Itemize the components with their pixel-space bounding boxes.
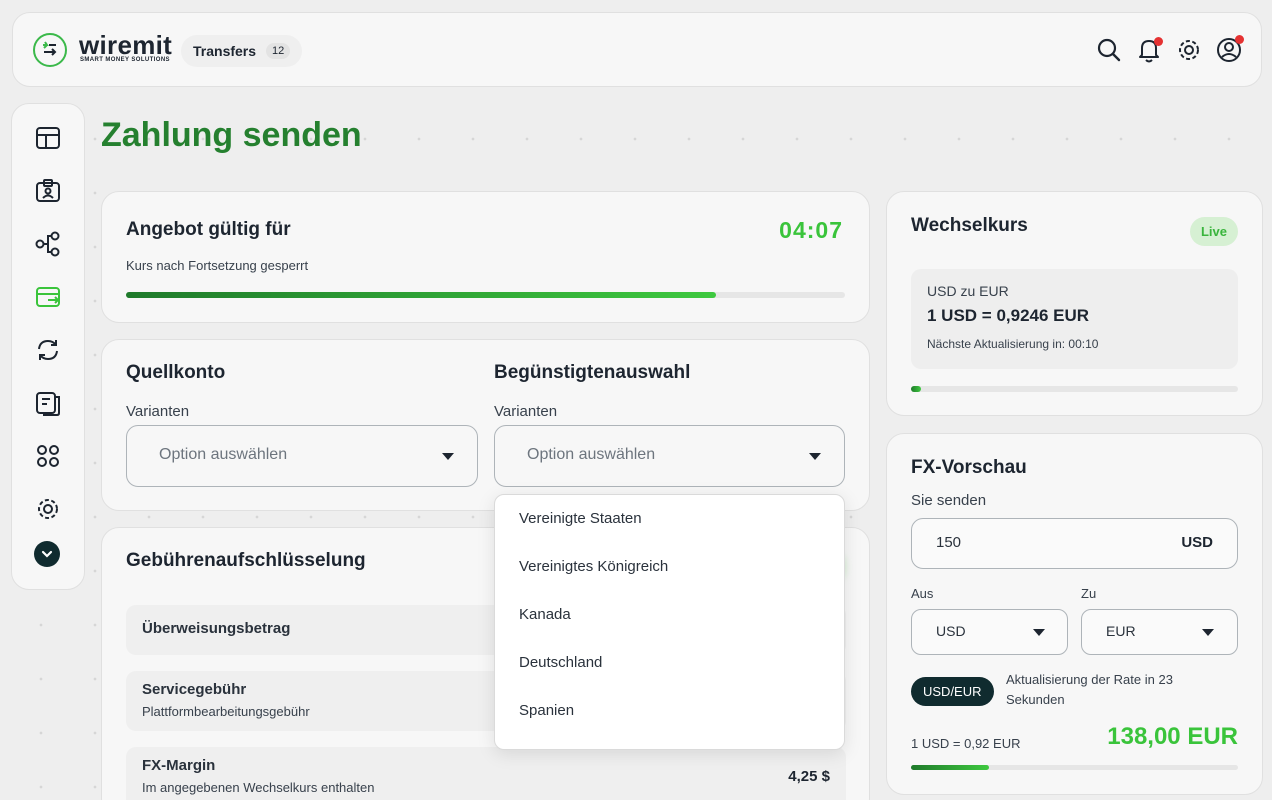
exchange-rate-card: Wechselkurs Live USD zu EUR 1 USD = 0,92… [886, 191, 1263, 416]
fee-row-subtitle: Plattformbearbeitungsgebühr [142, 704, 310, 719]
chevron-down-icon[interactable] [34, 541, 60, 567]
from-label: Aus [911, 586, 934, 601]
rate-pair-label: USD zu EUR [927, 283, 1009, 299]
source-label: Varianten [126, 403, 190, 420]
amount-currency: USD [1181, 534, 1213, 551]
fee-row: FX-Margin Im angegebenen Wechselkurs ent… [126, 747, 846, 800]
fx-progress-fill [911, 765, 990, 770]
caret-down-icon [1202, 629, 1214, 636]
fee-row-title: FX-Margin [142, 757, 216, 774]
source-select[interactable]: Option auswählen [126, 425, 478, 487]
fx-total: 138,00 EUR [1107, 723, 1238, 750]
rate-title: Wechselkurs [911, 215, 1028, 236]
settings-icon[interactable] [34, 495, 62, 523]
amount-value: 150 [936, 534, 962, 551]
fees-title: Gebührenaufschlüsselung [126, 550, 366, 571]
apps-icon[interactable] [34, 442, 62, 470]
from-currency-value: USD [936, 623, 966, 639]
fx-preview-card: FX-Vorschau Sie senden 150 USD Aus USD Z… [886, 433, 1263, 795]
beneficiary-label: Varianten [494, 403, 558, 420]
source-placeholder: Option auswählen [159, 446, 288, 463]
logo-tagline: SMART MONEY SOLUTIONS [80, 57, 170, 63]
tab-transfers[interactable]: Transfers 12 [181, 35, 303, 67]
caret-down-icon [1033, 629, 1045, 636]
rate-update-text: Aktualisierung der Rate in 23 Sekunden [1006, 672, 1173, 707]
rate-next-update: Nächste Aktualisierung in: 00:10 [927, 337, 1099, 351]
dropdown-option[interactable]: Spanien [519, 702, 574, 719]
transfers-count-badge: 12 [266, 43, 291, 59]
gear-icon[interactable] [1175, 36, 1203, 64]
fee-row-value: 4,25 $ [788, 768, 830, 785]
fx-progress [911, 765, 1238, 770]
rate-box: USD zu EUR 1 USD = 0,9246 EUR Nächste Ak… [911, 269, 1238, 369]
user-icon[interactable] [1215, 35, 1244, 64]
offer-timer: 04:07 [779, 217, 843, 243]
dropdown-option[interactable]: Vereinigtes Königreich [519, 558, 668, 575]
page-title: Zahlung senden [101, 116, 362, 154]
fee-row-subtitle: Im angegebenen Wechselkurs enthalten [142, 780, 375, 795]
fx-send-label: Sie senden [911, 492, 987, 509]
exchange-icon[interactable] [34, 336, 62, 364]
logo-icon [33, 33, 67, 67]
offer-progress-fill [126, 292, 716, 298]
caret-down-icon [442, 453, 454, 460]
search-icon[interactable] [1095, 36, 1123, 64]
beneficiary-placeholder: Option auswählen [527, 446, 656, 463]
source-title: Quellkonto [126, 362, 226, 383]
documents-icon[interactable] [34, 389, 62, 417]
rate-progress [911, 386, 1238, 392]
caret-down-icon [809, 453, 821, 460]
offer-title: Angebot gültig für [126, 219, 291, 240]
to-currency-value: EUR [1106, 623, 1136, 639]
dropdown-option[interactable]: Deutschland [519, 654, 602, 671]
offer-card: Angebot gültig für 04:07 Kurs nach Forts… [101, 191, 870, 323]
fx-rate-text: 1 USD = 0,92 EUR [911, 736, 1021, 751]
profile-alert-dot [1235, 35, 1244, 44]
amount-input[interactable]: 150 USD [911, 518, 1238, 569]
tab-transfers-label: Transfers [193, 43, 257, 59]
fee-row-title: Überweisungsbetrag [142, 620, 291, 637]
network-icon[interactable] [34, 230, 62, 258]
account-selection-card: Quellkonto Varianten Option auswählen Be… [101, 339, 870, 511]
live-badge: Live [1189, 217, 1238, 246]
dropdown-option[interactable]: Kanada [519, 606, 571, 623]
rate-progress-fill [911, 386, 921, 392]
dropdown-option[interactable]: Vereinigte Staaten [519, 510, 642, 527]
top-bar: wiremit SMART MONEY SOLUTIONS Transfers … [12, 12, 1262, 87]
offer-progress [126, 292, 845, 298]
from-currency-select[interactable]: USD [911, 609, 1068, 655]
fx-title: FX-Vorschau [911, 457, 1027, 478]
dashboard-icon[interactable] [34, 124, 62, 152]
send-card-icon[interactable] [34, 283, 62, 311]
sidebar [11, 103, 85, 590]
beneficiary-select[interactable]: Option auswählen [494, 425, 845, 487]
to-currency-select[interactable]: EUR [1081, 609, 1238, 655]
offer-subtitle: Kurs nach Fortsetzung gesperrt [126, 258, 309, 273]
to-label: Zu [1081, 586, 1097, 601]
wallet-icon[interactable] [34, 177, 62, 205]
beneficiary-title: Begünstigtenauswahl [494, 362, 691, 383]
pair-badge: USD/EUR [911, 677, 994, 706]
beneficiary-dropdown: Vereinigte Staaten Vereinigtes Königreic… [494, 494, 845, 750]
logo[interactable]: wiremit SMART MONEY SOLUTIONS [33, 30, 173, 67]
notification-dot [1154, 37, 1163, 46]
bell-icon[interactable] [1135, 36, 1163, 64]
fee-row-title: Servicegebühr [142, 681, 247, 698]
rate-value: 1 USD = 0,9246 EUR [927, 306, 1090, 325]
